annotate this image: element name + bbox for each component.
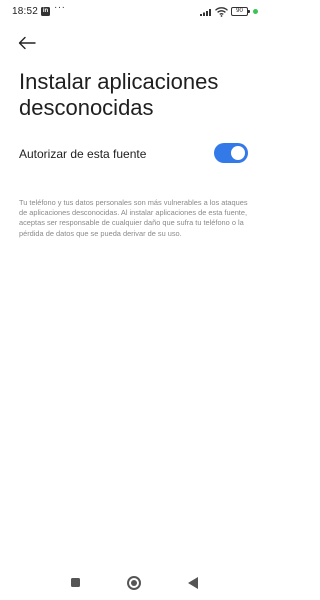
signal-icon <box>200 9 211 16</box>
navigation-bar <box>0 566 270 600</box>
arrow-left-icon <box>18 36 36 50</box>
status-bar: 18:52 in ··· 90 <box>0 0 270 24</box>
wifi-icon <box>215 7 228 17</box>
home-button[interactable] <box>127 576 141 590</box>
allow-source-setting[interactable]: Autorizar de esta fuente <box>19 140 250 168</box>
recents-button[interactable] <box>71 578 80 587</box>
more-notifications-icon: ··· <box>54 2 66 13</box>
allow-source-toggle[interactable] <box>214 143 248 163</box>
linkedin-icon: in <box>41 7 50 16</box>
privacy-dot-icon <box>253 9 258 14</box>
battery-icon: 90 <box>231 7 250 16</box>
toggle-knob <box>231 146 245 160</box>
status-time: 18:52 <box>12 6 39 17</box>
nav-back-button[interactable] <box>188 577 198 589</box>
warning-description: Tu teléfono y tus datos personales son m… <box>19 198 248 238</box>
page-title: Instalar aplicaciones desconocidas <box>19 69 219 120</box>
setting-label: Autorizar de esta fuente <box>19 147 147 161</box>
back-button[interactable] <box>14 30 40 56</box>
